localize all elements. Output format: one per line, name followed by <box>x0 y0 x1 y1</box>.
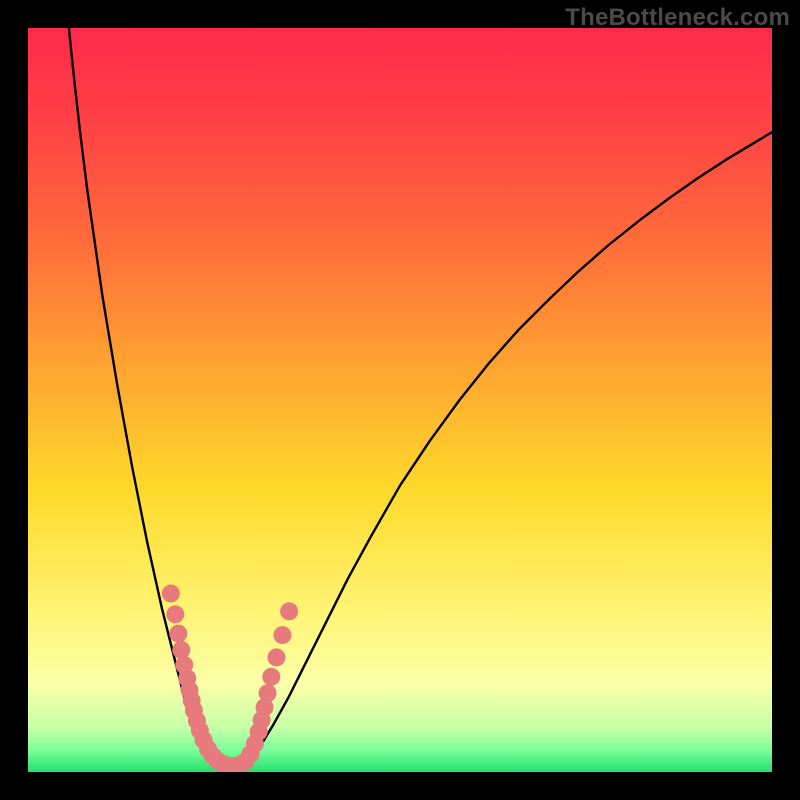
outer-frame: TheBottleneck.com <box>0 0 800 800</box>
watermark-text: TheBottleneck.com <box>565 4 790 32</box>
data-point <box>259 684 277 702</box>
data-point <box>166 605 184 623</box>
data-point <box>172 641 190 659</box>
data-point <box>162 584 180 602</box>
gradient-background <box>28 28 772 772</box>
chart-svg <box>28 28 772 772</box>
data-point <box>262 668 280 686</box>
data-point <box>273 626 291 644</box>
chart-plot-area <box>28 28 772 772</box>
data-point <box>268 648 286 666</box>
data-point <box>280 602 298 620</box>
data-point <box>169 625 187 643</box>
